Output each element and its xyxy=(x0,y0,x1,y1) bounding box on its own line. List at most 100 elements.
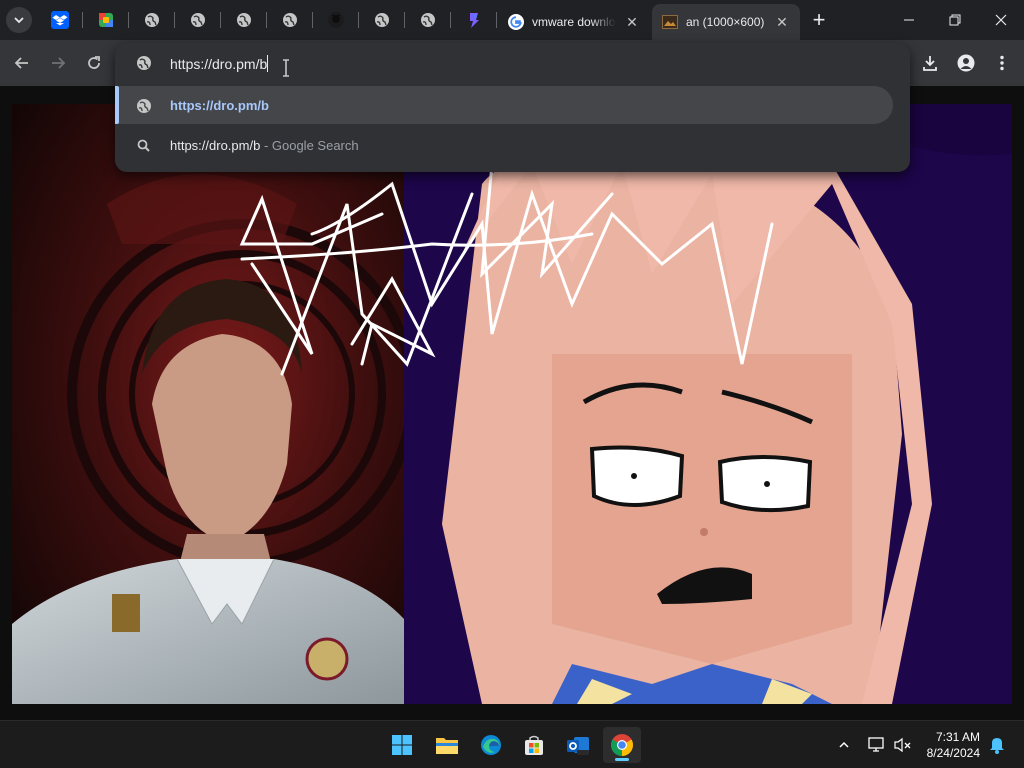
footballer-portrait xyxy=(12,104,417,704)
address-input-text: https://dro.pm/b xyxy=(170,56,268,72)
globe-icon xyxy=(421,13,435,27)
google-icon xyxy=(508,14,524,30)
suggestion-url[interactable]: https://dro.pm/b xyxy=(115,86,893,124)
back-button[interactable] xyxy=(8,49,36,77)
app-logo-icon xyxy=(99,13,113,27)
minimize-icon xyxy=(904,19,914,21)
tab-globe-3[interactable] xyxy=(232,8,256,32)
show-hidden-icons-button[interactable] xyxy=(826,727,862,763)
address-bar[interactable]: https://dro.pm/b xyxy=(115,43,910,83)
globe-icon xyxy=(237,13,251,27)
tab-separator xyxy=(266,12,267,28)
suggestion-query: https://dro.pm/b xyxy=(170,137,261,153)
arrow-left-icon xyxy=(14,57,28,69)
chrome-button[interactable] xyxy=(603,727,641,763)
store-button[interactable] xyxy=(515,727,553,763)
address-input[interactable]: https://dro.pm/b xyxy=(170,55,269,72)
tab-vmware[interactable]: vmware downlo ✕ xyxy=(498,4,650,40)
github-icon xyxy=(328,12,344,28)
taskbar-clock[interactable]: 7:31 AM 8/24/2024 xyxy=(927,729,980,761)
tab-dropbox[interactable] xyxy=(48,8,72,32)
image-icon xyxy=(662,15,678,29)
tab-separator xyxy=(496,12,497,28)
tab-separator xyxy=(174,12,175,28)
outlook-icon xyxy=(567,737,589,755)
collage-image xyxy=(12,104,1012,704)
volume-muted-icon xyxy=(894,737,911,753)
search-icon xyxy=(136,138,152,157)
downloads-button[interactable] xyxy=(916,49,944,77)
chrome-icon xyxy=(611,734,633,756)
new-tab-button[interactable]: + xyxy=(806,8,832,34)
suggestion-subtext: - Google Search xyxy=(260,137,359,153)
menu-button[interactable] xyxy=(988,49,1016,77)
tab-separator xyxy=(404,12,405,28)
notifications-button[interactable] xyxy=(984,727,1010,763)
chevron-up-icon xyxy=(839,741,849,748)
reload-icon xyxy=(88,56,100,69)
file-explorer-button[interactable] xyxy=(428,727,466,763)
minimize-button[interactable] xyxy=(886,0,932,40)
network-icon xyxy=(868,737,884,752)
close-tab-button[interactable]: ✕ xyxy=(624,14,640,30)
globe-icon xyxy=(136,55,152,76)
start-button[interactable] xyxy=(383,727,421,763)
clock-date: 8/24/2024 xyxy=(926,746,980,760)
folder-icon xyxy=(436,738,458,754)
tab-globe-4[interactable] xyxy=(278,8,302,32)
windows-icon xyxy=(392,735,412,755)
download-icon xyxy=(923,56,937,71)
suggestion-text: https://dro.pm/b - Google Search xyxy=(170,138,359,153)
chevron-down-icon xyxy=(14,17,24,24)
tab-globe-5[interactable] xyxy=(370,8,394,32)
restore-button[interactable] xyxy=(932,0,978,40)
tab-globe-6[interactable] xyxy=(416,8,440,32)
page-content xyxy=(0,86,1024,720)
bell-icon xyxy=(990,738,1004,754)
globe-icon xyxy=(283,13,297,27)
clock-time: 7:31 AM xyxy=(935,730,980,744)
close-icon xyxy=(995,14,1007,26)
suggestion-text: https://dro.pm/b xyxy=(170,97,269,113)
suggestion-search[interactable]: https://dro.pm/b - Google Search xyxy=(115,126,893,164)
tab-globe-2[interactable] xyxy=(186,8,210,32)
edge-icon xyxy=(481,735,501,755)
globe-icon xyxy=(191,13,205,27)
globe-icon xyxy=(375,13,389,27)
store-icon xyxy=(525,735,543,755)
tab-title: an (1000×600) xyxy=(686,15,765,29)
forward-button[interactable] xyxy=(44,49,72,77)
tab-separator xyxy=(312,12,313,28)
tab-active-image[interactable]: an (1000×600) ✕ xyxy=(652,4,800,40)
selection-indicator xyxy=(115,86,119,124)
kebab-menu-icon xyxy=(1000,55,1004,71)
tab-app-purple[interactable] xyxy=(462,8,486,32)
running-indicator xyxy=(615,758,629,761)
tab-github[interactable] xyxy=(324,8,348,32)
volume-button[interactable] xyxy=(890,727,916,763)
avatar-icon xyxy=(957,54,975,72)
tab-app[interactable] xyxy=(94,8,118,32)
reload-button[interactable] xyxy=(80,49,108,77)
edge-button[interactable] xyxy=(472,727,510,763)
profile-button[interactable] xyxy=(952,49,980,77)
tab-separator xyxy=(358,12,359,28)
close-tab-button[interactable]: ✕ xyxy=(774,14,790,30)
globe-icon xyxy=(136,98,152,117)
arrow-right-icon xyxy=(52,57,66,69)
ibeam-cursor-icon xyxy=(281,58,291,83)
omnibox-dropdown: https://dro.pm/b https://dro.pm/b https:… xyxy=(115,43,910,172)
network-button[interactable] xyxy=(862,727,892,763)
tab-globe-1[interactable] xyxy=(140,8,164,32)
outlook-button[interactable] xyxy=(559,727,597,763)
dropbox-icon xyxy=(51,11,69,29)
restore-icon xyxy=(949,14,961,26)
text-caret xyxy=(267,55,269,72)
tab-search-button[interactable] xyxy=(6,7,32,33)
tab-separator xyxy=(220,12,221,28)
close-window-button[interactable] xyxy=(978,0,1024,40)
tab-separator xyxy=(82,12,83,28)
tab-strip: vmware downlo ✕ an (1000×600) ✕ + xyxy=(0,0,1024,40)
tab-separator xyxy=(128,12,129,28)
viewed-image xyxy=(12,104,1012,704)
